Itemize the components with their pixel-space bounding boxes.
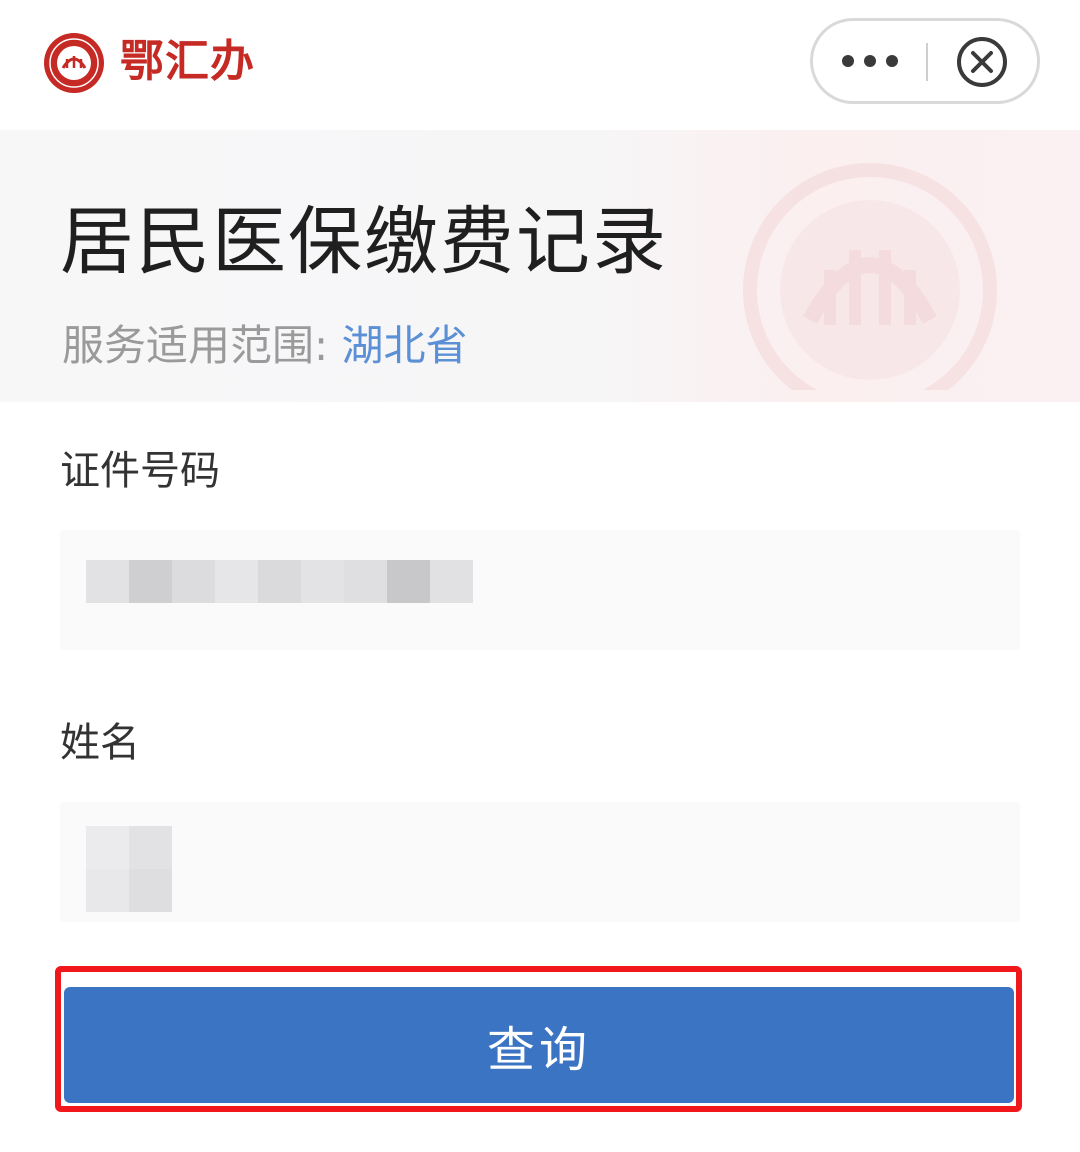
id-number-value-blurred [86, 560, 473, 603]
name-value-blurred [86, 826, 172, 912]
more-dots-icon [886, 55, 898, 67]
mini-program-capsule [810, 18, 1040, 104]
more-dots-icon [864, 55, 876, 67]
name-input[interactable] [60, 802, 1020, 922]
service-scope-label: 服务适用范围: [62, 321, 329, 370]
brand-name: 鄂汇办 [120, 36, 255, 87]
id-number-label: 证件号码 [60, 448, 220, 494]
name-label: 姓名 [60, 720, 140, 766]
service-scope-value: 湖北省 [341, 321, 468, 370]
service-scope: 服务适用范围: 湖北省 [62, 320, 468, 372]
more-button[interactable] [813, 21, 927, 101]
query-button[interactable]: 查询 [64, 987, 1014, 1103]
more-dots-icon [842, 55, 854, 67]
header-banner: 居民医保缴费记录 服务适用范围: 湖北省 [0, 130, 1080, 402]
watermark-emblem-icon [743, 163, 997, 390]
capsule-divider [926, 43, 928, 81]
top-nav-bar: 鄂汇办 [0, 0, 1080, 130]
page-title: 居民医保缴费记录 [60, 199, 668, 285]
ehuiban-logo-icon [44, 33, 104, 93]
id-number-input[interactable] [60, 530, 1020, 650]
close-circle-icon[interactable] [955, 35, 1009, 89]
